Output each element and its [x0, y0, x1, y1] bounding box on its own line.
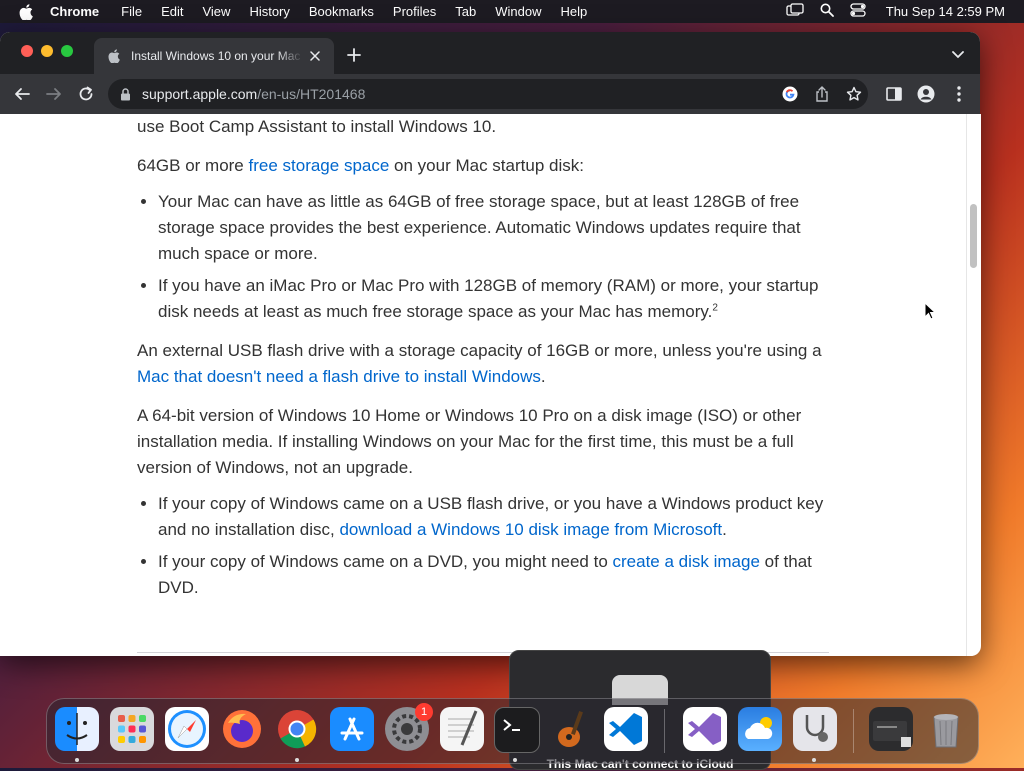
visual-studio-icon[interactable]: [683, 707, 727, 751]
storage-text: 64GB or more: [137, 156, 249, 175]
bullet-usb-suffix: .: [722, 520, 727, 539]
screenshot-icon[interactable]: [869, 707, 913, 751]
menu-bookmarks[interactable]: Bookmarks: [309, 4, 374, 19]
no-flash-drive-link[interactable]: Mac that doesn't need a flash drive to i…: [137, 367, 541, 386]
launchpad-icon[interactable]: [110, 707, 154, 751]
menu-profiles[interactable]: Profiles: [393, 4, 436, 19]
create-disk-image-link[interactable]: create a disk image: [613, 552, 760, 571]
spotlight-search-icon[interactable]: [820, 3, 834, 20]
finder-running-indicator: [75, 758, 79, 762]
menu-clock[interactable]: Thu Sep 14 2:59 PM: [886, 4, 1005, 19]
app-store-icon[interactable]: [330, 707, 374, 751]
chrome-icon[interactable]: [275, 707, 319, 751]
dock-separator: [664, 709, 665, 753]
vertical-scrollbar[interactable]: [966, 114, 981, 656]
menu-history[interactable]: History: [249, 4, 289, 19]
forward-arrow-icon[interactable]: [44, 84, 64, 104]
google-lens-icon[interactable]: [782, 86, 798, 102]
settings-notification-badge: 1: [415, 703, 433, 721]
vscode-icon[interactable]: [604, 707, 648, 751]
list-item: If your copy of Windows came on a DVD, y…: [158, 549, 839, 601]
tab-close-icon[interactable]: [308, 49, 322, 63]
menu-edit[interactable]: Edit: [161, 4, 183, 19]
tab-title: Install Windows 10 on your Mac: [131, 49, 301, 63]
menu-window[interactable]: Window: [495, 4, 541, 19]
scrollbar-thumb[interactable]: [970, 204, 977, 268]
menu-app-name[interactable]: Chrome: [50, 4, 99, 19]
usb-text: An external USB flash drive with a stora…: [137, 341, 822, 360]
browser-toolbar: support.apple.com/en-us/HT201468: [0, 74, 980, 114]
dock: 1: [46, 698, 979, 764]
apple-favicon-icon: [108, 49, 122, 63]
more-menu-icon[interactable]: [949, 84, 969, 104]
firefox-icon[interactable]: [220, 707, 264, 751]
paragraph-usb: An external USB flash drive with a stora…: [137, 338, 837, 390]
garageband-icon[interactable]: [549, 707, 593, 751]
window-zoom-button[interactable]: [61, 45, 73, 57]
new-tab-button[interactable]: [345, 46, 363, 64]
control-center-icon[interactable]: [850, 3, 866, 20]
bullet-storage-text: Your Mac can have as little as 64GB of f…: [158, 192, 801, 263]
address-bar[interactable]: support.apple.com/en-us/HT201468: [108, 79, 868, 109]
lock-icon[interactable]: [120, 87, 134, 101]
mouse-cursor-icon: [924, 302, 936, 320]
disk-utility-icon[interactable]: [793, 707, 837, 751]
windows-source-list: If your copy of Windows came on a USB fl…: [137, 491, 839, 601]
textedit-icon[interactable]: [440, 707, 484, 751]
terminal-running-indicator: [513, 758, 517, 762]
free-storage-link[interactable]: free storage space: [249, 156, 390, 175]
system-settings-icon[interactable]: 1: [385, 703, 433, 751]
bullet-memory-text: If you have an iMac Pro or Mac Pro with …: [158, 276, 819, 321]
bullet-dvd-text: If your copy of Windows came on a DVD, y…: [158, 552, 613, 571]
usb-text-suffix: .: [540, 367, 546, 386]
list-item: If you have an iMac Pro or Mac Pro with …: [158, 273, 839, 325]
disk-utility-running-indicator: [812, 758, 816, 762]
reload-icon[interactable]: [76, 84, 96, 104]
url-host: support.apple.com: [142, 86, 258, 102]
window-minimize-button[interactable]: [41, 45, 53, 57]
share-icon[interactable]: [814, 86, 830, 102]
menu-file[interactable]: File: [121, 4, 142, 19]
web-page: use Boot Camp Assistant to install Windo…: [0, 114, 966, 656]
menu-view[interactable]: View: [202, 4, 230, 19]
tab-strip: Install Windows 10 on your Mac: [0, 32, 980, 74]
apple-menu-icon[interactable]: [18, 3, 34, 20]
window-close-button[interactable]: [21, 45, 33, 57]
screen-mirroring-icon[interactable]: [786, 3, 804, 20]
dock-separator: [853, 709, 854, 753]
safari-icon[interactable]: [165, 707, 209, 751]
storage-list: Your Mac can have as little as 64GB of f…: [137, 189, 839, 325]
menu-help[interactable]: Help: [561, 4, 588, 19]
icloud-icon[interactable]: [738, 707, 782, 751]
paragraph-windows-version: A 64-bit version of Windows 10 Home or W…: [137, 406, 802, 477]
trash-icon[interactable]: [924, 707, 968, 751]
url-path: /en-us/HT201468: [257, 86, 366, 102]
list-item: Your Mac can have as little as 64GB of f…: [158, 189, 839, 267]
storage-text-suffix: on your Mac startup disk:: [389, 156, 584, 175]
back-arrow-icon[interactable]: [12, 84, 32, 104]
chrome-running-indicator: [295, 758, 299, 762]
finder-icon[interactable]: [55, 707, 99, 751]
menu-bar: Chrome File Edit View History Bookmarks …: [0, 0, 1024, 23]
paragraph-storage: 64GB or more free storage space on your …: [137, 153, 837, 179]
terminal-icon[interactable]: [494, 707, 540, 753]
footnote-2[interactable]: 2: [712, 302, 718, 313]
menu-tab[interactable]: Tab: [455, 4, 476, 19]
download-windows-link[interactable]: download a Windows 10 disk image from Mi…: [339, 520, 722, 539]
list-item: If your copy of Windows came on a USB fl…: [158, 491, 839, 543]
tab-search-chevron-icon[interactable]: [950, 47, 966, 63]
profile-avatar-icon[interactable]: [916, 84, 936, 104]
side-panel-icon[interactable]: [884, 84, 904, 104]
paragraph-bootcamp: use Boot Camp Assistant to install Windo…: [137, 117, 497, 136]
bookmark-star-icon[interactable]: [846, 86, 862, 102]
active-tab[interactable]: Install Windows 10 on your Mac: [94, 38, 334, 74]
